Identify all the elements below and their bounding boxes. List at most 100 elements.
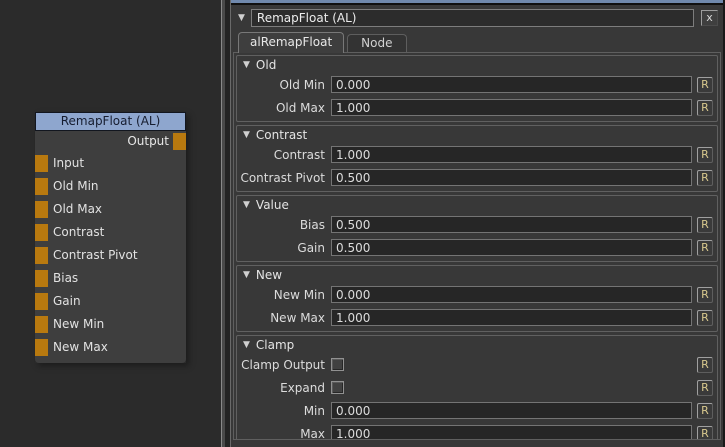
parameter-row: Min R: [237, 399, 717, 422]
collapse-arrow-icon[interactable]: ▼: [243, 60, 250, 70]
parameter-row: Clamp Output R: [237, 353, 717, 376]
parameter-label: Contrast: [237, 148, 331, 162]
node-input-port-row: Old Min: [35, 175, 186, 198]
value-field-bias[interactable]: [331, 216, 692, 233]
parameter-label: Gain: [237, 241, 331, 255]
input-port-icon[interactable]: [35, 316, 48, 333]
input-port-icon[interactable]: [35, 270, 48, 287]
node-input-port-row: Gain: [35, 290, 186, 313]
parameter-row: Contrast Pivot R: [237, 166, 717, 189]
output-port-icon[interactable]: [173, 133, 186, 150]
node-input-port-row: New Min: [35, 313, 186, 336]
parameter-row: Expand R: [237, 376, 717, 399]
collapse-arrow-icon[interactable]: ▼: [243, 200, 250, 210]
reset-button[interactable]: R: [697, 426, 713, 441]
node-remapfloat[interactable]: RemapFloat (AL) Output Input Old Min Old M…: [35, 112, 186, 363]
input-port-label: Old Min: [53, 179, 99, 193]
node-output-row: Output: [35, 131, 186, 152]
section-title: Contrast: [256, 128, 307, 142]
section-new: ▼ New New Min R New Max R: [236, 265, 718, 332]
parameter-label: Min: [237, 404, 331, 418]
pane-splitter[interactable]: [221, 0, 230, 447]
node-input-port-row: Old Max: [35, 198, 186, 221]
parameters-panel: ▼ RemapFloat (AL) x alRemapFloat Node ▼ O…: [230, 0, 725, 447]
input-port-icon[interactable]: [35, 247, 48, 264]
section-clamp: ▼Clamp Clamp Output R Expand R Min R Max R: [236, 335, 718, 440]
panel-header: ▼ RemapFloat (AL) x: [231, 5, 723, 30]
reset-button[interactable]: R: [697, 357, 713, 373]
parameter-label: Contrast Pivot: [237, 171, 331, 185]
input-port-icon[interactable]: [35, 201, 48, 218]
reset-button[interactable]: R: [697, 100, 713, 116]
value-field-max[interactable]: [331, 425, 692, 440]
node-input-ports: Input Old Min Old Max Contrast Contrast Pivo…: [35, 152, 186, 359]
collapse-arrow-icon[interactable]: ▼: [243, 340, 250, 350]
section-header[interactable]: ▼ Value: [237, 196, 717, 213]
parameter-label: Bias: [237, 218, 331, 232]
parameter-label: Old Max: [237, 101, 331, 115]
checkbox-expand[interactable]: [331, 381, 344, 394]
input-port-icon[interactable]: [35, 224, 48, 241]
parameter-label: New Max: [237, 311, 331, 325]
node-name-field[interactable]: RemapFloat (AL): [251, 9, 694, 27]
input-port-icon[interactable]: [35, 293, 48, 310]
input-port-icon[interactable]: [35, 155, 48, 172]
reset-button[interactable]: R: [697, 240, 713, 256]
reset-button[interactable]: R: [697, 217, 713, 233]
node-input-port-row: Contrast Pivot: [35, 244, 186, 267]
parameter-label: Old Min: [237, 78, 331, 92]
input-port-label: Old Max: [53, 202, 102, 216]
input-port-icon[interactable]: [35, 178, 48, 195]
input-port-label: New Max: [53, 340, 108, 354]
section-title: Value: [256, 198, 289, 212]
parameter-label: Max: [237, 427, 331, 441]
output-port-label: Output: [127, 134, 169, 148]
reset-button[interactable]: R: [697, 403, 713, 419]
section-header[interactable]: ▼Clamp: [237, 336, 717, 353]
parameter-label: Expand: [237, 381, 331, 395]
section-header[interactable]: ▼ New: [237, 266, 717, 283]
value-field-min[interactable]: [331, 402, 692, 419]
reset-button[interactable]: R: [697, 310, 713, 326]
tab-node[interactable]: Node: [347, 34, 406, 52]
value-field-new-max[interactable]: [331, 309, 692, 326]
parameter-row: Gain R: [237, 236, 717, 259]
reset-button[interactable]: R: [697, 77, 713, 93]
reset-button[interactable]: R: [697, 287, 713, 303]
reset-button[interactable]: R: [697, 147, 713, 163]
node-input-port-row: Contrast: [35, 221, 186, 244]
section-contrast: ▼ Contrast Contrast R Contrast Pivot R: [236, 125, 718, 192]
input-port-label: New Min: [53, 317, 104, 331]
section-title: New: [256, 268, 282, 282]
reset-button[interactable]: R: [697, 380, 713, 396]
input-port-label: Contrast Pivot: [53, 248, 138, 262]
parameter-label: New Min: [237, 288, 331, 302]
value-field-gain[interactable]: [331, 239, 692, 256]
tab-bar: alRemapFloat Node: [231, 30, 723, 52]
value-field-contrast-pivot[interactable]: [331, 169, 692, 186]
section-header[interactable]: ▼ Contrast: [237, 126, 717, 143]
value-field-old-max[interactable]: [331, 99, 692, 116]
section-title: Old: [256, 58, 276, 72]
value-field-new-min[interactable]: [331, 286, 692, 303]
section-header[interactable]: ▼ Old: [237, 56, 717, 73]
checkbox-clamp-output[interactable]: [331, 358, 344, 371]
collapse-arrow-icon[interactable]: ▼: [243, 130, 250, 140]
node-input-port-row: Input: [35, 152, 186, 175]
close-button[interactable]: x: [701, 10, 718, 26]
parameter-label: Clamp Output: [237, 358, 331, 372]
input-port-label: Contrast: [53, 225, 104, 239]
node-title[interactable]: RemapFloat (AL): [35, 112, 186, 131]
input-port-icon[interactable]: [35, 339, 48, 356]
collapse-arrow-icon[interactable]: ▼: [243, 270, 250, 280]
value-field-old-min[interactable]: [331, 76, 692, 93]
node-graph-area[interactable]: RemapFloat (AL) Output Input Old Min Old M…: [0, 0, 222, 447]
section-value: ▼ Value Bias R Gain R: [236, 195, 718, 262]
reset-button[interactable]: R: [697, 170, 713, 186]
tab-alremapfloat[interactable]: alRemapFloat: [238, 32, 344, 53]
input-port-label: Bias: [53, 271, 78, 285]
value-field-contrast[interactable]: [331, 146, 692, 163]
section-old: ▼ Old Old Min R Old Max R: [236, 55, 718, 122]
collapse-arrow-icon[interactable]: ▼: [238, 13, 245, 23]
parameter-row: New Min R: [237, 283, 717, 306]
